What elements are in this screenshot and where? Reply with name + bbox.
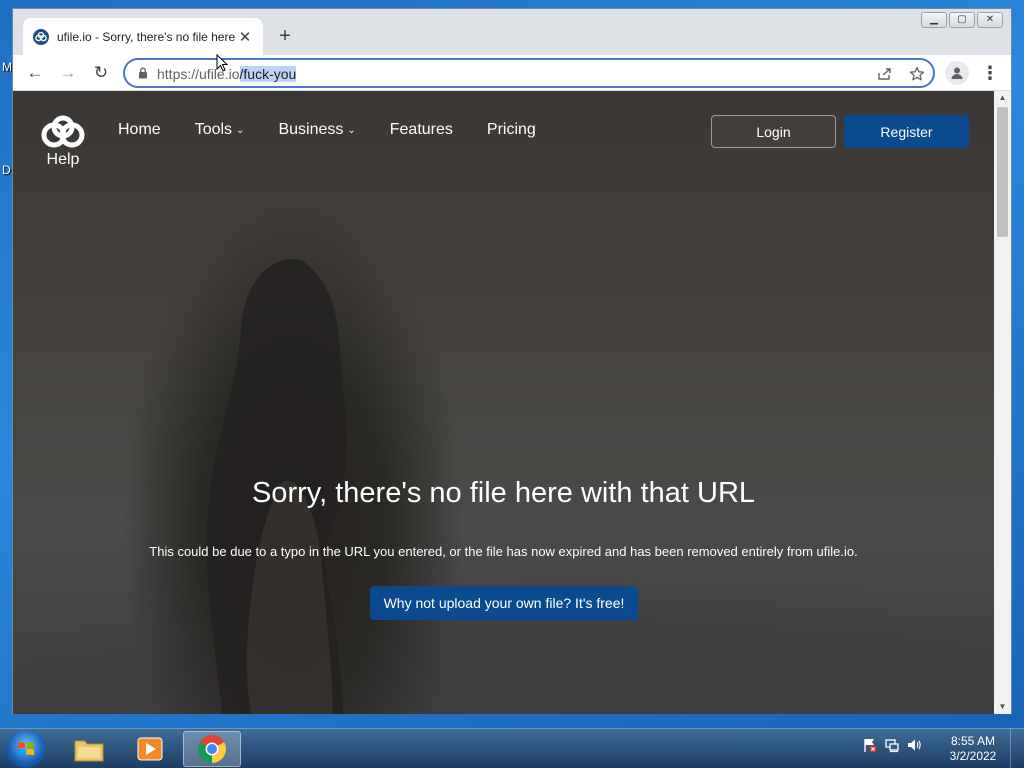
forward-button[interactable]: → [56, 61, 80, 85]
network-icon[interactable] [884, 737, 900, 753]
browser-menu-icon[interactable]: ⋮ [981, 61, 999, 85]
lock-icon[interactable] [137, 67, 149, 79]
mouse-cursor-icon [216, 54, 228, 72]
back-button[interactable]: ← [23, 61, 47, 85]
clock-time: 8:55 AM [950, 734, 996, 748]
show-desktop-button[interactable] [1010, 729, 1024, 768]
start-button[interactable] [6, 730, 46, 768]
nav-home-label: Home [118, 121, 161, 138]
browser-toolbar: ← → ↻ https://ufile.io/fuck-you ⋮ [13, 55, 1011, 91]
help-label[interactable]: Help [47, 151, 80, 169]
bookmark-star-icon[interactable] [909, 66, 925, 82]
new-tab-button[interactable]: + [275, 24, 295, 48]
url-selected-path: /fuck-you [239, 66, 297, 82]
window-controls: ▁ ▢ ✕ [921, 12, 1003, 28]
browser-tab[interactable]: ufile.io - Sorry, there's no file here w… [23, 18, 263, 55]
nav-home[interactable]: Home [118, 121, 161, 139]
tab-strip: ufile.io - Sorry, there's no file here w… [13, 9, 1011, 55]
ufile-logo[interactable]: Help [37, 115, 89, 169]
taskbar: 8:55 AM 3/2/2022 [0, 728, 1024, 768]
page-scrollbar[interactable]: ▲ ▼ [994, 91, 1011, 714]
tab-title: ufile.io - Sorry, there's no file here w… [57, 29, 237, 44]
media-player-icon [137, 737, 163, 761]
close-window-button[interactable]: ✕ [977, 12, 1003, 28]
ufile-favicon-icon [33, 28, 49, 45]
share-icon[interactable] [877, 67, 893, 81]
upload-cta-button[interactable]: Why not upload your own file? It's free! [370, 586, 638, 620]
maximize-button[interactable]: ▢ [949, 12, 975, 28]
nav-business[interactable]: Business ⌄ [278, 121, 355, 139]
login-button[interactable]: Login [711, 115, 836, 148]
error-heading: Sorry, there's no file here with that UR… [251, 477, 756, 509]
address-bar[interactable]: https://ufile.io/fuck-you [123, 58, 935, 88]
page-viewport: Help Home Tools ⌄ Business ⌄ Features Pric… [13, 91, 994, 714]
profile-avatar-icon[interactable] [945, 61, 969, 85]
volume-icon[interactable] [906, 737, 922, 753]
chevron-down-icon: ⌄ [236, 124, 245, 136]
register-button[interactable]: Register [844, 115, 969, 148]
system-tray [862, 737, 922, 753]
browser-window: ufile.io - Sorry, there's no file here w… [12, 8, 1012, 714]
minimize-button[interactable]: ▁ [921, 12, 947, 28]
reload-button[interactable]: ↻ [89, 61, 113, 85]
main-nav: Home Tools ⌄ Business ⌄ Features Pricing [118, 121, 536, 139]
nav-features-label: Features [389, 121, 453, 138]
nav-business-label: Business [278, 121, 344, 138]
error-description: This could be due to a typo in the URL y… [149, 544, 858, 559]
scroll-up-icon[interactable]: ▲ [994, 91, 1011, 105]
nav-features[interactable]: Features [390, 121, 453, 139]
desktop-icon-label: M [2, 60, 12, 74]
taskbar-chrome[interactable] [183, 731, 241, 767]
chevron-down-icon: ⌄ [347, 124, 356, 136]
windows-logo-icon [18, 742, 34, 756]
folder-icon [74, 740, 104, 762]
clock-date: 3/2/2022 [949, 749, 997, 763]
taskbar-clock[interactable]: 8:55 AM 3/2/2022 [942, 734, 1004, 764]
action-center-flag-icon[interactable] [862, 737, 878, 753]
nav-tools-label: Tools [194, 121, 233, 138]
nav-pricing[interactable]: Pricing [487, 121, 536, 139]
taskbar-explorer[interactable] [60, 731, 118, 767]
taskbar-media-player[interactable] [121, 731, 179, 767]
tab-close-icon[interactable]: ✕ [237, 28, 253, 46]
chrome-icon [198, 735, 226, 763]
scroll-down-icon[interactable]: ▼ [994, 700, 1011, 714]
nav-tools[interactable]: Tools ⌄ [195, 121, 245, 139]
desktop-icon-label: D [2, 163, 11, 177]
scrollbar-thumb[interactable] [997, 107, 1008, 237]
nav-pricing-label: Pricing [486, 121, 536, 138]
ufile-logo-icon [41, 115, 85, 148]
